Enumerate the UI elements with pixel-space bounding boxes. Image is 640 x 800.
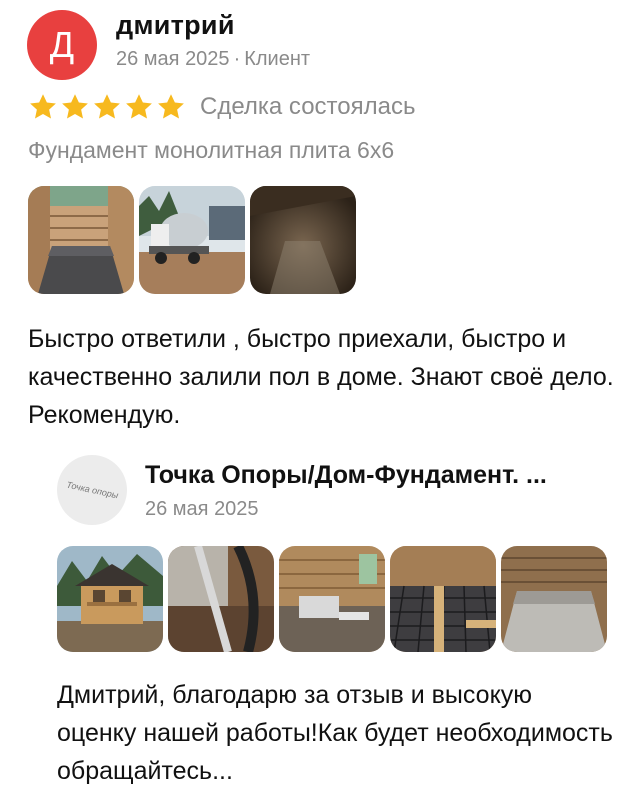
- photo-thumbnail: [279, 546, 385, 652]
- review-card: Д дмитрий 26 мая 2025 · Клиент Сделка сост…: [0, 0, 640, 800]
- reply-photo-interior-work[interactable]: [279, 546, 385, 652]
- review-subject: Фундамент монолитная плита 6х6: [28, 137, 395, 163]
- reply-photos: [57, 546, 607, 652]
- meta-separator: ·: [233, 48, 241, 70]
- photo-thumbnail: [57, 546, 163, 652]
- photo-thumbnail: [250, 186, 356, 294]
- star-icon: [158, 94, 184, 119]
- review-text: Быстро ответили , быстро приехали, быстр…: [28, 325, 614, 429]
- star-icon: [62, 94, 88, 119]
- photo-thumbnail: [501, 546, 607, 652]
- reply-text: Дмитрий, благодарю за отзыв и высокую оц…: [57, 681, 613, 785]
- star-icon: [126, 94, 152, 119]
- star-icon: [94, 94, 120, 119]
- seller-name[interactable]: Точка Опоры/Дом-Фундамент. ...: [145, 461, 615, 490]
- review-meta: 26 мая 2025 · Клиент: [116, 48, 310, 71]
- reply-photo-rebar-mesh[interactable]: [390, 546, 496, 652]
- reply-photo-finished-room[interactable]: [501, 546, 607, 652]
- reply-photo-wooden-house[interactable]: [57, 546, 163, 652]
- reply-date: 26 мая 2025: [145, 498, 259, 520]
- review-date: 26 мая 2025: [116, 48, 230, 70]
- seller-logo: Точка опоры: [65, 479, 119, 501]
- reply-photo-pipe-ground[interactable]: [168, 546, 274, 652]
- deal-status: Сделка состоялась: [200, 93, 416, 120]
- author-role: Клиент: [244, 48, 311, 70]
- review-photo-concrete-mixer[interactable]: [139, 186, 245, 294]
- author-avatar[interactable]: Д: [27, 10, 97, 80]
- review-photo-floor-slab[interactable]: [28, 186, 134, 294]
- review-photos: [28, 186, 356, 294]
- seller-avatar[interactable]: Точка опоры: [57, 455, 127, 525]
- photo-thumbnail: [139, 186, 245, 294]
- author-name[interactable]: дмитрий: [116, 10, 235, 41]
- photo-thumbnail: [168, 546, 274, 652]
- photo-thumbnail: [28, 186, 134, 294]
- review-photo-dark-room[interactable]: [250, 186, 356, 294]
- avatar-letter: Д: [49, 24, 75, 65]
- star-rating: [28, 92, 186, 122]
- star-icon: [30, 94, 56, 119]
- photo-thumbnail: [390, 546, 496, 652]
- rating-row: Сделка состоялась: [28, 92, 415, 122]
